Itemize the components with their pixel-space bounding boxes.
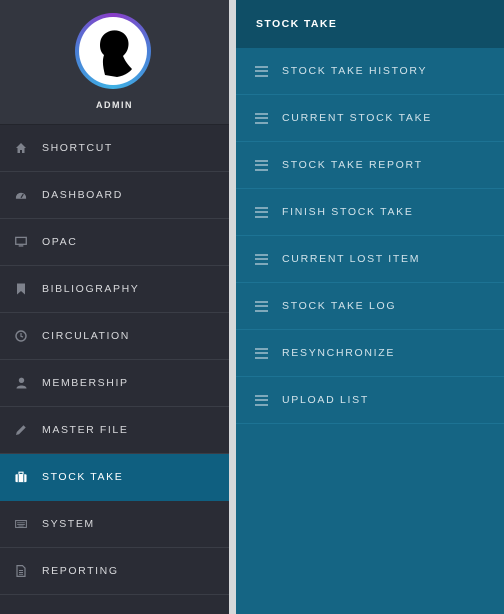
sidebar-item-label: OPAC	[42, 236, 78, 248]
submenu-item-current-lost-item[interactable]: CURRENT LOST ITEM	[236, 236, 504, 283]
submenu-item-finish-stock-take[interactable]: FINISH STOCK TAKE	[236, 189, 504, 236]
monitor-icon	[15, 236, 27, 248]
avatar-silhouette-icon	[79, 17, 147, 85]
sidebar-item-system[interactable]: SYSTEM	[0, 501, 229, 548]
submenu-item-current-stock-take[interactable]: CURRENT STOCK TAKE	[236, 95, 504, 142]
clock-icon	[15, 330, 27, 342]
menu-lines-icon	[255, 253, 268, 265]
sidebar-item-label: CIRCULATION	[42, 330, 130, 342]
sidebar-item-more[interactable]	[0, 595, 229, 614]
sidebar: ADMIN SHORTCUT DASHBOARD OPAC BIBLIOGRAP…	[0, 0, 229, 614]
sidebar-item-bibliography[interactable]: BIBLIOGRAPHY	[0, 266, 229, 313]
submenu-item-stock-take-history[interactable]: STOCK TAKE HISTORY	[236, 48, 504, 95]
sidebar-item-circulation[interactable]: CIRCULATION	[0, 313, 229, 360]
submenu-item-label: STOCK TAKE REPORT	[282, 159, 423, 171]
submenu-item-label: RESYNCHRONIZE	[282, 347, 396, 359]
sidebar-item-label: SYSTEM	[42, 518, 95, 530]
sidebar-item-label: STOCK TAKE	[42, 471, 124, 483]
menu-lines-icon	[255, 347, 268, 359]
keyboard-icon	[15, 518, 27, 530]
username: ADMIN	[96, 100, 133, 110]
submenu-item-upload-list[interactable]: UPLOAD LIST	[236, 377, 504, 424]
sidebar-item-label: MASTER FILE	[42, 424, 129, 436]
menu-lines-icon	[255, 300, 268, 312]
sidebar-item-shortcut[interactable]: SHORTCUT	[0, 125, 229, 172]
sidebar-item-stock-take[interactable]: STOCK TAKE	[0, 454, 229, 501]
submenu-panel: STOCK TAKE STOCK TAKE HISTORY CURRENT ST…	[236, 0, 504, 614]
submenu-item-stock-take-report[interactable]: STOCK TAKE REPORT	[236, 142, 504, 189]
sidebar-item-master-file[interactable]: MASTER FILE	[0, 407, 229, 454]
submenu-item-resynchronize[interactable]: RESYNCHRONIZE	[236, 330, 504, 377]
user-icon	[15, 377, 27, 389]
submenu-item-label: CURRENT STOCK TAKE	[282, 112, 433, 124]
submenu-item-label: UPLOAD LIST	[282, 394, 369, 406]
menu-lines-icon	[255, 159, 268, 171]
sidebar-item-membership[interactable]: MEMBERSHIP	[0, 360, 229, 407]
sidebar-item-label: DASHBOARD	[42, 189, 123, 201]
menu-lines-icon	[255, 206, 268, 218]
submenu-title: STOCK TAKE	[236, 0, 504, 48]
bookmark-icon	[15, 283, 27, 295]
sidebar-item-dashboard[interactable]: DASHBOARD	[0, 172, 229, 219]
menu-lines-icon	[255, 394, 268, 406]
submenu-item-label: CURRENT LOST ITEM	[282, 253, 421, 265]
dashboard-icon	[15, 189, 27, 201]
sidebar-item-label: MEMBERSHIP	[42, 377, 129, 389]
submenu-item-label: STOCK TAKE LOG	[282, 300, 397, 312]
menu-lines-icon	[255, 112, 268, 124]
briefcase-icon	[15, 471, 27, 483]
user-profile: ADMIN	[0, 0, 229, 125]
avatar[interactable]	[75, 13, 151, 89]
menu-lines-icon	[255, 65, 268, 77]
sidebar-item-reporting[interactable]: REPORTING	[0, 548, 229, 595]
sidebar-item-opac[interactable]: OPAC	[0, 219, 229, 266]
sidebar-item-label: REPORTING	[42, 565, 119, 577]
submenu-item-label: STOCK TAKE HISTORY	[282, 65, 428, 77]
pencil-icon	[15, 424, 27, 436]
sidebar-item-label: SHORTCUT	[42, 142, 113, 154]
panel-divider	[229, 0, 236, 614]
sidebar-item-label: BIBLIOGRAPHY	[42, 283, 140, 295]
submenu-item-label: FINISH STOCK TAKE	[282, 206, 414, 218]
document-icon	[15, 565, 27, 577]
home-icon	[15, 142, 27, 154]
submenu-item-stock-take-log[interactable]: STOCK TAKE LOG	[236, 283, 504, 330]
